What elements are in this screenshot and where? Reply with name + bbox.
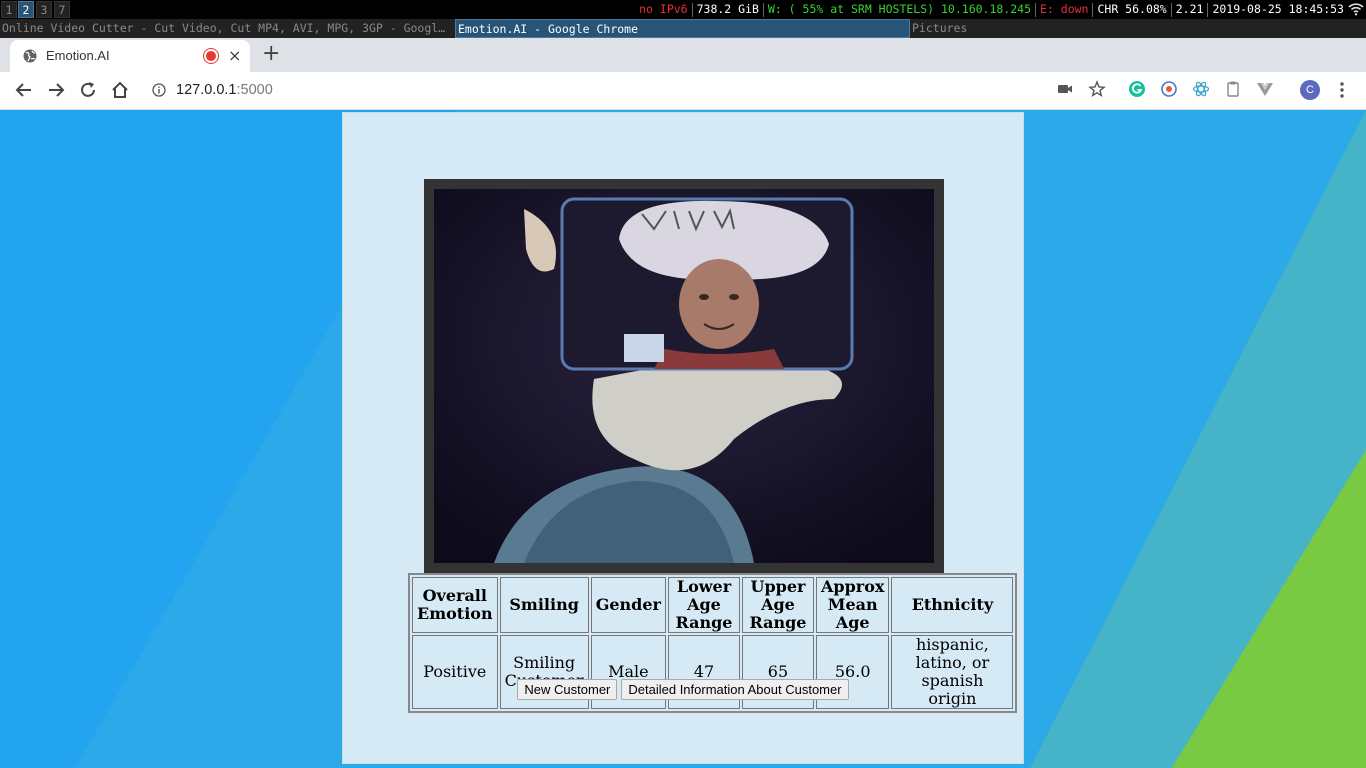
window-title-pictures[interactable]: Pictures	[910, 19, 1366, 38]
wifi-icon	[1348, 3, 1364, 16]
system-status-bar: 1 2 3 7 no IPv6 738.2 GiB W: ( 55% at SRM …	[0, 0, 1366, 19]
clock: 2019-08-25 18:45:53	[1212, 2, 1344, 16]
window-title-video-cutter[interactable]: Online Video Cutter - Cut Video, Cut MP4…	[0, 19, 455, 38]
recording-indicator-icon	[206, 51, 216, 61]
sync-extension-icon[interactable]	[1160, 80, 1178, 98]
ipv6-status: no IPv6	[639, 2, 688, 16]
more-menu-icon[interactable]	[1336, 81, 1348, 99]
bookmark-star-icon[interactable]	[1088, 80, 1106, 98]
react-devtools-icon[interactable]	[1192, 80, 1210, 98]
main-card: Overall Emotion Smiling Gender Lower Age…	[342, 112, 1024, 764]
site-info-icon[interactable]	[152, 83, 166, 97]
browser-toolbar: 127.0.0.1:5000 C	[0, 72, 1366, 110]
wifi-status: W: ( 55% at SRM HOSTELS) 10.160.18.245	[767, 2, 1032, 16]
header-overall-emotion: Overall Emotion	[412, 577, 498, 633]
globe-icon	[23, 49, 37, 63]
camera-icon[interactable]	[1056, 80, 1074, 98]
tab-strip: Emotion.AI × +	[0, 38, 1366, 72]
header-smiling: Smiling	[499, 577, 589, 633]
tab-title: Emotion.AI	[46, 48, 110, 63]
detailed-information-button[interactable]: Detailed Information About Customer	[621, 679, 849, 700]
battery-status: CHR 56.08%	[1097, 2, 1167, 16]
tab-close-button[interactable]: ×	[228, 40, 241, 72]
workspace-3-button[interactable]: 3	[36, 1, 52, 18]
window-title-emotion-ai[interactable]: Emotion.AI - Google Chrome	[455, 19, 910, 38]
ethernet-status: E: down	[1040, 2, 1089, 16]
disk-status: 738.2 GiB	[696, 2, 759, 16]
page-viewport: Overall Emotion Smiling Gender Lower Age…	[0, 110, 1366, 768]
workspace-1-button[interactable]: 1	[1, 1, 17, 18]
new-tab-button[interactable]: +	[262, 41, 280, 66]
window-title-bar: Online Video Cutter - Cut Video, Cut MP4…	[0, 19, 1366, 38]
header-approx-mean-age: Approx Mean Age	[815, 577, 890, 633]
webcam-feed	[424, 179, 944, 573]
header-ethnicity: Ethnicity	[891, 577, 1014, 633]
forward-icon[interactable]	[46, 80, 66, 100]
reload-icon[interactable]	[78, 80, 98, 100]
vue-devtools-icon[interactable]	[1256, 80, 1274, 98]
new-customer-button[interactable]: New Customer	[517, 679, 618, 700]
action-buttons: New Customer Detailed Information About …	[343, 679, 1023, 700]
table-header-row: Overall Emotion Smiling Gender Lower Age…	[412, 577, 1014, 633]
header-gender: Gender	[590, 577, 666, 633]
header-upper-age-range: Upper Age Range	[741, 577, 814, 633]
workspace-2-button[interactable]: 2	[18, 1, 34, 18]
address-bar[interactable]: 127.0.0.1:5000	[146, 75, 1196, 106]
workspace-7-button[interactable]: 7	[54, 1, 70, 18]
webcam-image	[434, 189, 934, 563]
url-text[interactable]: 127.0.0.1:5000	[176, 75, 273, 106]
tab-emotion-ai[interactable]: Emotion.AI ×	[10, 40, 250, 72]
status-blocks: no IPv6 738.2 GiB W: ( 55% at SRM HOSTELS)…	[639, 0, 1344, 19]
home-icon[interactable]	[110, 80, 130, 100]
profile-avatar[interactable]: C	[1300, 80, 1320, 100]
load-status: 2.21	[1175, 2, 1204, 16]
grammarly-icon[interactable]	[1128, 80, 1146, 98]
clipboard-icon[interactable]	[1224, 80, 1242, 98]
back-icon[interactable]	[14, 80, 34, 100]
header-lower-age-range: Lower Age Range	[667, 577, 740, 633]
